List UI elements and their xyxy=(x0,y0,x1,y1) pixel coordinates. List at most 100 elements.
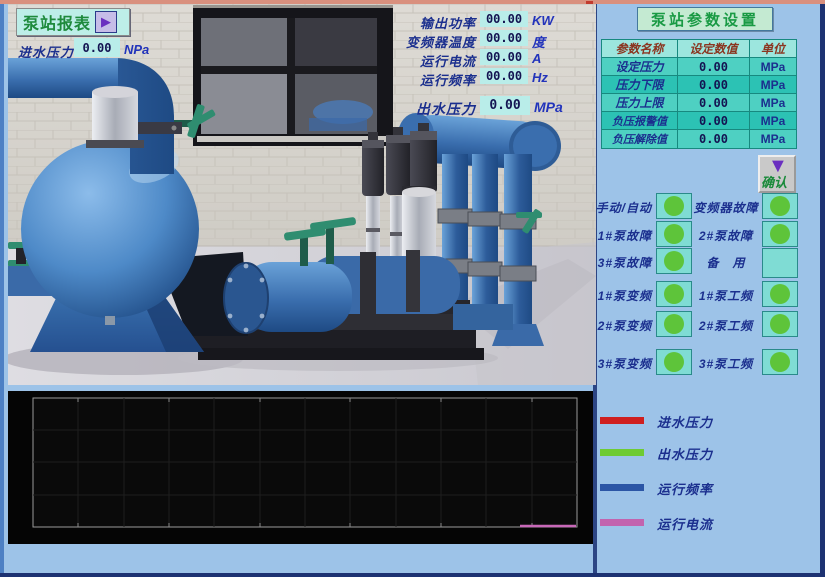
indicator-dot xyxy=(770,352,790,372)
indicator-pump1-mains xyxy=(762,281,798,307)
inverter-temp-value: 00.00 xyxy=(480,30,528,46)
status-label-pump1-mains: 1#泵工频 xyxy=(690,287,762,304)
outlet-pressure-unit: MPa xyxy=(534,99,563,115)
outlet-pressure-value: 0.00 xyxy=(480,96,530,115)
confirm-button-label: 确认 xyxy=(761,172,787,191)
table-row: 负压报警值 0.00 MPa xyxy=(602,112,796,130)
trend-chart xyxy=(8,391,593,544)
col-header-name: 参数名称 xyxy=(602,40,678,58)
status-label-pump3-fault: 3#泵故障 xyxy=(592,254,652,271)
table-row: 压力下限 0.00 MPa xyxy=(602,76,796,94)
parameter-table-header: 参数名称 设定数值 单位 xyxy=(602,40,796,58)
inlet-pressure-value: 0.00 xyxy=(74,38,120,57)
indicator-dot xyxy=(664,196,684,216)
frame-bottom-strip xyxy=(0,573,825,577)
inlet-pressure-label: 进水压力 xyxy=(12,42,74,61)
status-label-spare: 备 用 xyxy=(690,254,762,271)
legend-swatch-inlet xyxy=(600,417,644,424)
param-value[interactable]: 0.00 xyxy=(678,76,750,94)
outlet-pressure-label: 出水压力 xyxy=(366,99,476,119)
legend-swatch-freq xyxy=(600,484,644,491)
output-power-value: 00.00 xyxy=(480,11,528,27)
output-power-label: 输出功率 xyxy=(366,13,476,32)
param-unit: MPa xyxy=(750,76,796,94)
play-icon[interactable]: ▶ xyxy=(95,11,117,33)
parameter-table: 参数名称 设定数值 单位 设定压力 0.00 MPa 压力下限 0.00 MPa… xyxy=(601,39,797,149)
frame-left-strip xyxy=(0,4,4,573)
window xyxy=(193,5,393,146)
legend-label-freq: 运行频率 xyxy=(657,479,713,498)
pump-station-hmi: 泵站报表 ▶ 进水压力 0.00 NPa 输出功率 00.00 KW 变频器温度… xyxy=(0,0,825,577)
col-header-unit: 单位 xyxy=(750,40,796,58)
status-label-pump2-fault: 2#泵故障 xyxy=(690,227,762,244)
indicator-pump3-vfd xyxy=(656,349,692,375)
param-name: 负压报警值 xyxy=(602,112,678,130)
indicator-dot xyxy=(664,314,684,334)
param-value[interactable]: 0.00 xyxy=(678,94,750,112)
status-label-pump1-fault: 1#泵故障 xyxy=(592,227,652,244)
running-current-unit: A xyxy=(532,51,541,66)
param-unit: MPa xyxy=(750,94,796,112)
indicator-dot xyxy=(664,284,684,304)
running-current-value: 00.00 xyxy=(480,49,528,65)
pressure-tank xyxy=(21,140,204,352)
indicator-dot xyxy=(664,224,684,244)
status-label-vfd-fault: 变频器故障 xyxy=(690,199,762,216)
inlet-pressure-unit: NPa xyxy=(124,42,149,57)
status-label-manual-auto: 手动/自动 xyxy=(592,199,652,216)
confirm-button[interactable]: ▼ 确认 xyxy=(758,155,796,193)
indicator-dot xyxy=(770,224,790,244)
indicator-dot xyxy=(664,352,684,372)
tank-top-fitting xyxy=(86,86,144,148)
status-label-pump2-mains: 2#泵工频 xyxy=(690,317,762,334)
indicator-vfd-fault xyxy=(762,193,798,219)
param-value[interactable]: 0.00 xyxy=(678,58,750,76)
col-header-value: 设定数值 xyxy=(678,40,750,58)
param-value[interactable]: 0.00 xyxy=(678,112,750,130)
param-unit: MPa xyxy=(750,112,796,130)
inverter-temp-label: 变频器温度 xyxy=(366,32,476,51)
table-row: 设定压力 0.00 MPa xyxy=(602,58,796,76)
running-freq-value: 00.00 xyxy=(480,68,528,84)
legend-label-current: 运行电流 xyxy=(657,514,713,533)
status-label-pump2-vfd: 2#泵变频 xyxy=(592,317,652,334)
indicator-pump3-fault xyxy=(656,248,692,274)
table-row: 压力上限 0.00 MPa xyxy=(602,94,796,112)
indicator-dot xyxy=(664,251,684,271)
report-button[interactable]: 泵站报表 ▶ xyxy=(16,8,130,36)
output-power-unit: KW xyxy=(532,13,554,28)
param-value[interactable]: 0.00 xyxy=(678,130,750,148)
legend-label-inlet: 进水压力 xyxy=(657,412,713,431)
status-label-pump3-vfd: 3#泵变频 xyxy=(592,355,652,372)
indicator-spare xyxy=(762,248,798,278)
indicator-dot xyxy=(770,314,790,334)
inverter-temp-unit: 度 xyxy=(532,32,545,51)
param-unit: MPa xyxy=(750,58,796,76)
indicator-dot xyxy=(770,196,790,216)
param-unit: MPa xyxy=(750,130,796,148)
param-name: 压力下限 xyxy=(602,76,678,94)
running-freq-unit: Hz xyxy=(532,70,548,85)
pump-motors xyxy=(362,123,437,196)
indicator-dot xyxy=(770,284,790,304)
indicator-pump2-fault xyxy=(762,221,798,247)
indicator-pump3-mains xyxy=(762,349,798,375)
status-label-pump1-vfd: 1#泵变频 xyxy=(592,287,652,304)
running-current-label: 运行电流 xyxy=(366,51,476,70)
param-name: 设定压力 xyxy=(602,58,678,76)
legend-swatch-current xyxy=(600,519,644,526)
table-row: 负压解除值 0.00 MPa xyxy=(602,130,796,148)
legend-swatch-outlet xyxy=(600,449,644,456)
settings-panel-title: 泵站参数设置 xyxy=(637,7,773,31)
indicator-manual-auto xyxy=(656,193,692,219)
param-name: 负压解除值 xyxy=(602,130,678,148)
indicator-pump1-fault xyxy=(656,221,692,247)
param-name: 压力上限 xyxy=(602,94,678,112)
indicator-pump2-vfd xyxy=(656,311,692,337)
running-freq-label: 运行频率 xyxy=(366,70,476,89)
status-label-pump3-mains: 3#泵工频 xyxy=(690,355,762,372)
report-button-label: 泵站报表 xyxy=(23,10,91,34)
indicator-pump1-vfd xyxy=(656,281,692,307)
legend-label-outlet: 出水压力 xyxy=(657,444,713,463)
frame-right-strip xyxy=(820,4,825,573)
